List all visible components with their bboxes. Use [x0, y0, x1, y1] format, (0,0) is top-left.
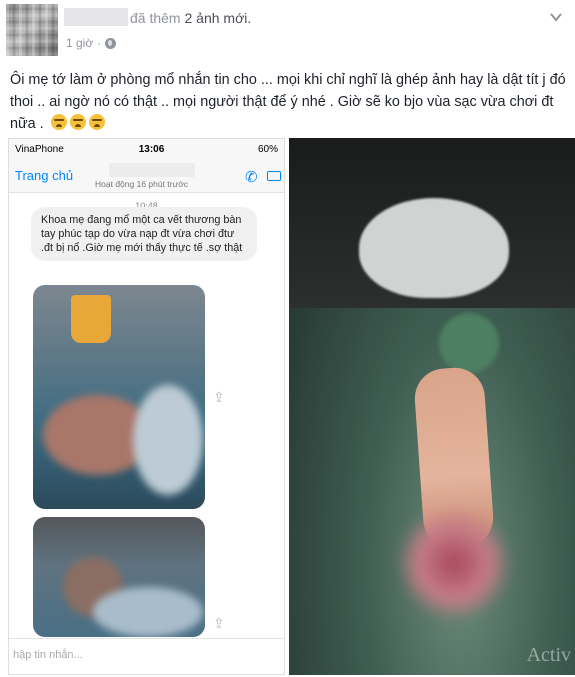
photo-message[interactable] [33, 517, 205, 637]
photo-messenger-screenshot[interactable]: VinaPhone 13:06 60% Trang chủ Hoạt động … [8, 138, 285, 675]
clock: 13:06 [138, 143, 165, 155]
avatar[interactable] [6, 4, 58, 56]
post-action: đã thêm 2 ảnh mới. [130, 10, 251, 26]
message-bubble: Khoa mẹ đang mổ một ca vết thương bàn ta… [31, 207, 257, 261]
globe-icon[interactable] [105, 37, 117, 49]
blurred-region [133, 385, 203, 495]
bucket-image [71, 295, 111, 343]
watermark: Activ [526, 644, 571, 666]
post-header: đã thêm 2 ảnh mới. 1 giờ · [0, 0, 575, 62]
crying-face-icon [69, 114, 86, 130]
crying-face-icon [50, 114, 67, 130]
action-prefix: đã thêm [130, 10, 181, 26]
input-placeholder: hập tin nhắn... [13, 649, 83, 661]
author-name-redacted[interactable] [64, 8, 128, 26]
contact-name-redacted [109, 163, 195, 177]
chevron-down-icon[interactable] [549, 10, 563, 24]
post-body: Ôi mẹ tớ làm ở phòng mổ nhắn tin cho ...… [10, 69, 568, 135]
message-input[interactable]: hập tin nhắn... [9, 638, 284, 674]
video-call-icon[interactable] [267, 171, 281, 181]
chat-navbar: Trang chủ Hoạt động 16 phút trước ✆ [9, 159, 284, 193]
active-status: Hoạt động 16 phút trước [95, 179, 189, 189]
bandage [439, 313, 499, 373]
photo-surgery[interactable]: Activ [289, 138, 575, 675]
share-icon[interactable]: ⇪ [213, 615, 225, 632]
carrier: VinaPhone [15, 143, 64, 155]
phone-status-bar: VinaPhone 13:06 60% [9, 139, 284, 159]
patient-head [359, 198, 509, 298]
share-icon[interactable]: ⇪ [213, 389, 225, 406]
photo-count-link[interactable]: 2 ảnh mới. [184, 10, 251, 26]
blurred-wound [399, 508, 509, 618]
photo-message[interactable] [33, 285, 205, 509]
blurred-region [93, 587, 203, 637]
back-button[interactable]: Trang chủ [15, 168, 73, 183]
phone-icon[interactable]: ✆ [245, 168, 258, 186]
battery: 60% [257, 143, 278, 155]
crying-face-icon [88, 114, 105, 130]
post-timestamp[interactable]: 1 giờ [66, 36, 93, 50]
post-meta: 1 giờ · [66, 36, 117, 50]
